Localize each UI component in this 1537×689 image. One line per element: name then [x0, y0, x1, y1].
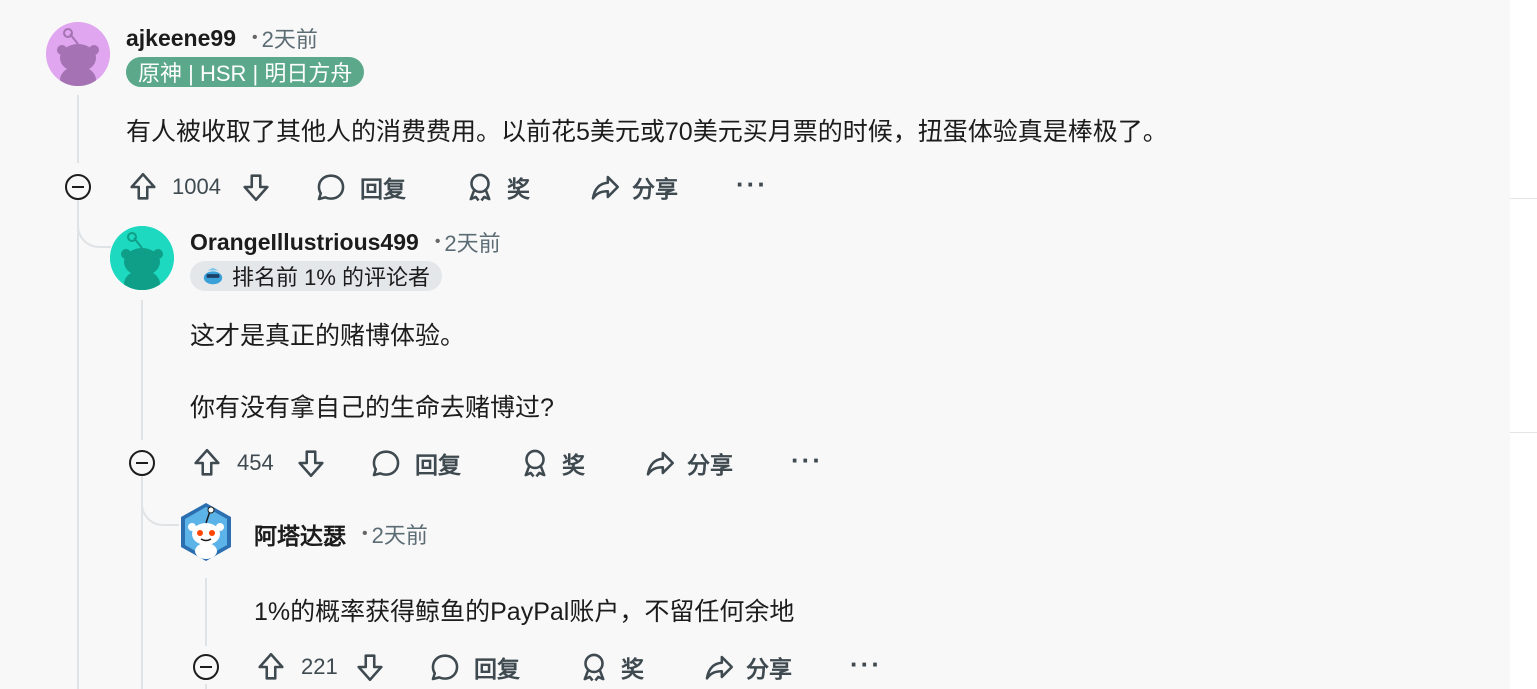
thread-line[interactable]	[141, 300, 143, 440]
author-name[interactable]: 阿塔达瑟	[254, 517, 346, 551]
meta-separator: •	[251, 29, 258, 46]
thread-line[interactable]	[141, 487, 143, 689]
award-label: 奖	[621, 656, 644, 682]
collapse-icon[interactable]	[193, 654, 219, 680]
comment-body: 你有没有拿自己的生命去赌博过?	[190, 388, 554, 424]
share-label: 分享	[632, 176, 678, 202]
comment-body: 1%的概率获得鲸鱼的PayPal账户，不留任何余地	[254, 592, 794, 628]
award-icon	[524, 449, 546, 478]
upvote-button[interactable]	[254, 647, 288, 687]
comment-meta: ajkeene99 • 2天前	[126, 23, 318, 53]
downvote-icon	[298, 450, 324, 478]
award-button[interactable]: 奖	[463, 167, 530, 207]
reply-label: 回复	[474, 656, 520, 682]
trophy-badge-icon	[203, 267, 223, 285]
reply-button[interactable]: 回复	[369, 443, 461, 483]
vote-count: 1004	[172, 174, 221, 199]
thread-line[interactable]	[77, 95, 79, 163]
comment-paragraph: 1%的概率获得鲸鱼的PayPal账户，不留任何余地	[254, 598, 795, 626]
downvote-button[interactable]	[353, 647, 387, 687]
more-options-button[interactable]: ···	[791, 440, 823, 480]
share-label: 分享	[746, 656, 792, 682]
comment-paragraph: 有人被收取了其他人的消费费用。以前花5美元或70美元买月票的时候，扭蛋体验真是棒…	[126, 118, 1168, 146]
vote-count: 221	[301, 654, 338, 679]
upvote-button[interactable]	[190, 443, 224, 483]
author-name[interactable]: ajkeene99	[126, 25, 236, 52]
more-options-button[interactable]: ···	[736, 164, 768, 204]
comment-meta: 阿塔达瑟 • 2天前	[254, 519, 428, 549]
sidebar-divider	[1510, 432, 1537, 433]
meta-separator: •	[362, 525, 368, 542]
flair-text: 排名前 1% 的评论者	[232, 265, 431, 290]
downvote-button[interactable]	[294, 443, 328, 483]
thread-line[interactable]	[205, 578, 207, 646]
avatar[interactable]	[110, 226, 174, 290]
upvote-icon	[258, 652, 284, 680]
comment-body: 有人被收取了其他人的消费费用。以前花5美元或70美元买月票的时候，扭蛋体验真是棒…	[126, 112, 1168, 148]
comment-body: 这才是真正的赌博体验。	[190, 316, 465, 352]
collapse-icon[interactable]	[129, 450, 155, 476]
snoo-avatar-icon	[110, 226, 174, 290]
reply-label: 回复	[415, 452, 461, 478]
more-options-button[interactable]: ···	[850, 644, 882, 684]
comment-icon	[431, 654, 459, 681]
share-button[interactable]: 分享	[588, 167, 678, 207]
share-icon	[705, 655, 734, 680]
thread-line[interactable]	[77, 212, 79, 689]
award-label: 奖	[507, 176, 530, 202]
award-label: 奖	[562, 452, 585, 478]
collapse-icon[interactable]	[65, 174, 91, 200]
vote-count: 454	[237, 450, 274, 475]
upvote-icon	[130, 172, 156, 200]
award-icon	[583, 653, 605, 682]
timestamp[interactable]: 2天前	[444, 226, 500, 258]
award-icon	[469, 173, 491, 202]
meta-separator: •	[434, 233, 441, 250]
downvote-icon	[357, 654, 383, 682]
downvote-button[interactable]	[239, 167, 273, 207]
avatar[interactable]	[46, 22, 110, 86]
thread-connector	[141, 476, 179, 526]
comment-meta: OrangeIllustrious499 • 2天前	[190, 227, 501, 257]
comment-icon	[317, 174, 345, 201]
thread-line[interactable]	[205, 684, 207, 689]
sidebar-divider	[1510, 198, 1537, 199]
snoo-avatar-icon	[46, 22, 110, 86]
reply-button[interactable]: 回复	[314, 167, 406, 207]
user-flair: 原神 | HSR | 明日方舟	[126, 57, 365, 87]
timestamp[interactable]: 2天前	[372, 518, 428, 550]
user-flair: 排名前 1% 的评论者	[190, 261, 443, 291]
upvote-icon	[194, 448, 220, 476]
downvote-icon	[243, 174, 269, 202]
thread-connector	[77, 196, 111, 248]
avatar[interactable]	[175, 501, 237, 563]
comment-icon	[372, 450, 400, 477]
share-button[interactable]: 分享	[702, 647, 792, 687]
award-button[interactable]: 奖	[518, 443, 585, 483]
award-button[interactable]: 奖	[577, 647, 644, 687]
share-button[interactable]: 分享	[643, 443, 733, 483]
reply-button[interactable]: 回复	[428, 647, 520, 687]
snoo-hexagon-avatar-icon	[181, 503, 231, 561]
author-name[interactable]: OrangeIllustrious499	[190, 229, 419, 256]
timestamp[interactable]: 2天前	[262, 22, 318, 54]
right-sidebar-edge	[1510, 0, 1537, 689]
share-label: 分享	[687, 452, 733, 478]
comment-paragraph: 这才是真正的赌博体验。	[190, 322, 466, 350]
share-icon	[646, 451, 675, 476]
reply-label: 回复	[360, 176, 406, 202]
upvote-button[interactable]	[126, 167, 160, 207]
comment-paragraph: 你有没有拿自己的生命去赌博过?	[190, 394, 554, 422]
flair-text: 原神 | HSR | 明日方舟	[138, 61, 353, 86]
share-icon	[591, 175, 620, 200]
